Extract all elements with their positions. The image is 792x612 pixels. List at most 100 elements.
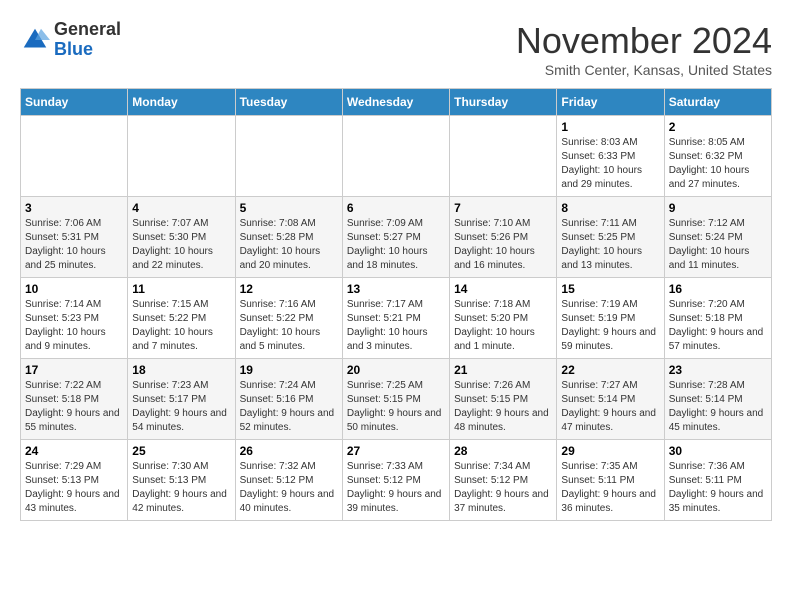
day-info: Sunrise: 7:16 AM Sunset: 5:22 PM Dayligh…: [240, 298, 338, 354]
day-number: 5: [240, 201, 338, 215]
day-info: Sunrise: 7:15 AM Sunset: 5:22 PM Dayligh…: [132, 298, 230, 354]
day-number: 27: [347, 444, 445, 458]
day-info: Sunrise: 7:28 AM Sunset: 5:14 PM Dayligh…: [669, 379, 767, 435]
day-cell: 19 Sunrise: 7:24 AM Sunset: 5:16 PM Dayli…: [235, 359, 342, 440]
week-row-5: 24 Sunrise: 7:29 AM Sunset: 5:13 PM Dayli…: [21, 440, 772, 521]
day-cell: 16 Sunrise: 7:20 AM Sunset: 5:18 PM Dayli…: [664, 278, 771, 359]
day-cell: 5 Sunrise: 7:08 AM Sunset: 5:28 PM Daylig…: [235, 197, 342, 278]
day-number: 6: [347, 201, 445, 215]
day-number: 17: [25, 363, 123, 377]
day-number: 4: [132, 201, 230, 215]
day-cell: 3 Sunrise: 7:06 AM Sunset: 5:31 PM Daylig…: [21, 197, 128, 278]
header-day-tuesday: Tuesday: [235, 89, 342, 116]
week-row-1: 1Sunrise: 8:03 AM Sunset: 6:33 PM Daylig…: [21, 116, 772, 197]
day-cell: 7Sunrise: 7:10 AM Sunset: 5:26 PM Daylig…: [450, 197, 557, 278]
day-cell: 9Sunrise: 7:12 AM Sunset: 5:24 PM Daylig…: [664, 197, 771, 278]
day-info: Sunrise: 7:06 AM Sunset: 5:31 PM Dayligh…: [25, 217, 123, 273]
day-cell: [128, 116, 235, 197]
day-number: 30: [669, 444, 767, 458]
day-cell: 15Sunrise: 7:19 AM Sunset: 5:19 PM Dayli…: [557, 278, 664, 359]
day-cell: 8Sunrise: 7:11 AM Sunset: 5:25 PM Daylig…: [557, 197, 664, 278]
day-info: Sunrise: 7:26 AM Sunset: 5:15 PM Dayligh…: [454, 379, 552, 435]
day-cell: 24 Sunrise: 7:29 AM Sunset: 5:13 PM Dayli…: [21, 440, 128, 521]
day-number: 3: [25, 201, 123, 215]
day-info: Sunrise: 7:11 AM Sunset: 5:25 PM Dayligh…: [561, 217, 659, 273]
title-block: November 2024 Smith Center, Kansas, Unit…: [516, 20, 772, 78]
day-cell: 27 Sunrise: 7:33 AM Sunset: 5:12 PM Dayli…: [342, 440, 449, 521]
day-cell: 23 Sunrise: 7:28 AM Sunset: 5:14 PM Dayli…: [664, 359, 771, 440]
day-info: Sunrise: 7:25 AM Sunset: 5:15 PM Dayligh…: [347, 379, 445, 435]
day-info: Sunrise: 7:34 AM Sunset: 5:12 PM Dayligh…: [454, 460, 552, 516]
day-cell: 1Sunrise: 8:03 AM Sunset: 6:33 PM Daylig…: [557, 116, 664, 197]
day-cell: 4 Sunrise: 7:07 AM Sunset: 5:30 PM Daylig…: [128, 197, 235, 278]
day-cell: 18Sunrise: 7:23 AM Sunset: 5:17 PM Dayli…: [128, 359, 235, 440]
day-info: Sunrise: 7:17 AM Sunset: 5:21 PM Dayligh…: [347, 298, 445, 354]
day-number: 14: [454, 282, 552, 296]
day-info: Sunrise: 8:05 AM Sunset: 6:32 PM Dayligh…: [669, 136, 767, 192]
day-number: 21: [454, 363, 552, 377]
day-cell: 11 Sunrise: 7:15 AM Sunset: 5:22 PM Dayli…: [128, 278, 235, 359]
day-info: Sunrise: 7:14 AM Sunset: 5:23 PM Dayligh…: [25, 298, 123, 354]
day-number: 19: [240, 363, 338, 377]
day-number: 2: [669, 120, 767, 134]
day-cell: 21 Sunrise: 7:26 AM Sunset: 5:15 PM Dayli…: [450, 359, 557, 440]
day-info: Sunrise: 7:20 AM Sunset: 5:18 PM Dayligh…: [669, 298, 767, 354]
header-day-thursday: Thursday: [450, 89, 557, 116]
day-cell: 13 Sunrise: 7:17 AM Sunset: 5:21 PM Dayli…: [342, 278, 449, 359]
day-number: 26: [240, 444, 338, 458]
week-row-3: 10 Sunrise: 7:14 AM Sunset: 5:23 PM Dayli…: [21, 278, 772, 359]
day-info: Sunrise: 7:36 AM Sunset: 5:11 PM Dayligh…: [669, 460, 767, 516]
day-cell: 10 Sunrise: 7:14 AM Sunset: 5:23 PM Dayli…: [21, 278, 128, 359]
day-info: Sunrise: 7:33 AM Sunset: 5:12 PM Dayligh…: [347, 460, 445, 516]
day-info: Sunrise: 7:19 AM Sunset: 5:19 PM Dayligh…: [561, 298, 659, 354]
day-info: Sunrise: 7:18 AM Sunset: 5:20 PM Dayligh…: [454, 298, 552, 354]
day-cell: 22Sunrise: 7:27 AM Sunset: 5:14 PM Dayli…: [557, 359, 664, 440]
header: General Blue November 2024 Smith Center,…: [20, 20, 772, 78]
day-number: 28: [454, 444, 552, 458]
day-cell: 25Sunrise: 7:30 AM Sunset: 5:13 PM Dayli…: [128, 440, 235, 521]
location: Smith Center, Kansas, United States: [516, 62, 772, 78]
day-cell: [235, 116, 342, 197]
day-cell: 28 Sunrise: 7:34 AM Sunset: 5:12 PM Dayli…: [450, 440, 557, 521]
day-number: 20: [347, 363, 445, 377]
day-info: Sunrise: 7:09 AM Sunset: 5:27 PM Dayligh…: [347, 217, 445, 273]
day-cell: 30 Sunrise: 7:36 AM Sunset: 5:11 PM Dayli…: [664, 440, 771, 521]
logo: General Blue: [20, 20, 121, 60]
day-cell: 12 Sunrise: 7:16 AM Sunset: 5:22 PM Dayli…: [235, 278, 342, 359]
day-number: 16: [669, 282, 767, 296]
day-number: 7: [454, 201, 552, 215]
calendar-header: SundayMondayTuesdayWednesdayThursdayFrid…: [21, 89, 772, 116]
day-info: Sunrise: 7:24 AM Sunset: 5:16 PM Dayligh…: [240, 379, 338, 435]
calendar-table: SundayMondayTuesdayWednesdayThursdayFrid…: [20, 88, 772, 521]
day-number: 12: [240, 282, 338, 296]
day-cell: [21, 116, 128, 197]
day-number: 13: [347, 282, 445, 296]
day-number: 22: [561, 363, 659, 377]
day-info: Sunrise: 7:07 AM Sunset: 5:30 PM Dayligh…: [132, 217, 230, 273]
header-day-friday: Friday: [557, 89, 664, 116]
day-cell: 2 Sunrise: 8:05 AM Sunset: 6:32 PM Daylig…: [664, 116, 771, 197]
day-info: Sunrise: 7:08 AM Sunset: 5:28 PM Dayligh…: [240, 217, 338, 273]
header-day-monday: Monday: [128, 89, 235, 116]
week-row-4: 17 Sunrise: 7:22 AM Sunset: 5:18 PM Dayli…: [21, 359, 772, 440]
day-number: 24: [25, 444, 123, 458]
day-info: Sunrise: 8:03 AM Sunset: 6:33 PM Dayligh…: [561, 136, 659, 192]
day-number: 23: [669, 363, 767, 377]
header-day-sunday: Sunday: [21, 89, 128, 116]
day-info: Sunrise: 7:32 AM Sunset: 5:12 PM Dayligh…: [240, 460, 338, 516]
day-number: 29: [561, 444, 659, 458]
header-day-wednesday: Wednesday: [342, 89, 449, 116]
day-cell: 17 Sunrise: 7:22 AM Sunset: 5:18 PM Dayli…: [21, 359, 128, 440]
logo-icon: [20, 25, 50, 55]
day-cell: 29 Sunrise: 7:35 AM Sunset: 5:11 PM Dayli…: [557, 440, 664, 521]
day-info: Sunrise: 7:35 AM Sunset: 5:11 PM Dayligh…: [561, 460, 659, 516]
day-cell: 20 Sunrise: 7:25 AM Sunset: 5:15 PM Dayli…: [342, 359, 449, 440]
day-info: Sunrise: 7:29 AM Sunset: 5:13 PM Dayligh…: [25, 460, 123, 516]
day-info: Sunrise: 7:22 AM Sunset: 5:18 PM Dayligh…: [25, 379, 123, 435]
day-info: Sunrise: 7:23 AM Sunset: 5:17 PM Dayligh…: [132, 379, 230, 435]
day-number: 10: [25, 282, 123, 296]
day-cell: [450, 116, 557, 197]
day-cell: 26 Sunrise: 7:32 AM Sunset: 5:12 PM Dayli…: [235, 440, 342, 521]
day-number: 11: [132, 282, 230, 296]
header-day-saturday: Saturday: [664, 89, 771, 116]
